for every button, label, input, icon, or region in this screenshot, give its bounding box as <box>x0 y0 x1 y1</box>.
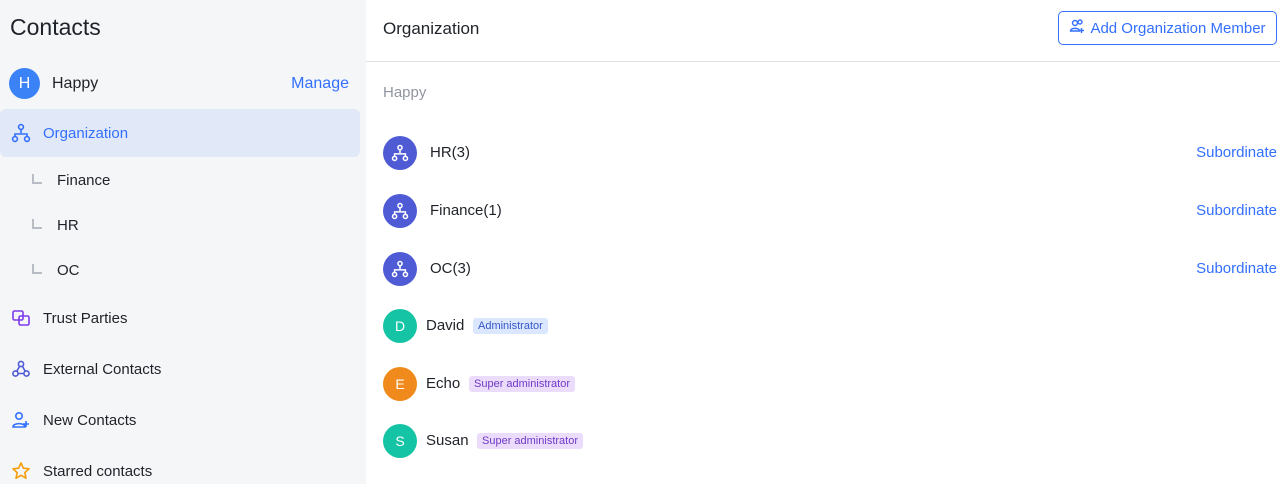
main-panel: Organization Add Organization Member Hap… <box>366 0 1280 484</box>
department-icon <box>383 252 417 286</box>
sidebar: Contacts H Happy Manage Organization Fin… <box>0 0 366 484</box>
sidebar-item-organization[interactable]: Organization <box>0 109 360 157</box>
star-icon <box>11 461 31 481</box>
sidebar-subitem-hr[interactable]: HR <box>0 206 360 246</box>
account-name: Happy <box>52 75 99 92</box>
member-name: Echo <box>426 375 461 392</box>
page-title: Organization <box>383 19 480 38</box>
sidebar-subitem-label: OC <box>57 262 80 279</box>
department-icon <box>383 136 417 170</box>
role-badge: Administrator <box>473 318 548 334</box>
sidebar-subitem-finance[interactable]: Finance <box>0 161 360 201</box>
avatar: E <box>383 367 417 401</box>
subordinate-link[interactable]: Subordinate <box>1196 202 1277 219</box>
member-row-david[interactable]: D David Administrator <box>383 307 1280 347</box>
sidebar-subitem-oc[interactable]: OC <box>0 251 360 291</box>
sidebar-item-trust-parties[interactable]: Trust Parties <box>0 294 360 342</box>
role-badge: Super administrator <box>469 376 575 392</box>
department-name: Finance(1) <box>430 202 502 219</box>
external-contacts-icon <box>11 359 31 379</box>
tree-branch-icon <box>32 174 42 184</box>
group-label: Happy <box>383 84 427 101</box>
avatar: D <box>383 309 417 343</box>
account-row: H Happy Manage <box>0 68 366 100</box>
sidebar-item-new-contacts[interactable]: New Contacts <box>0 396 360 444</box>
add-organization-member-button[interactable]: Add Organization Member <box>1058 11 1277 45</box>
trust-parties-icon <box>11 308 31 328</box>
department-row-oc[interactable]: OC(3) Subordinate <box>383 250 1280 290</box>
tree-branch-icon <box>32 264 42 274</box>
member-name: David <box>426 317 465 334</box>
add-users-icon <box>1069 18 1085 38</box>
department-name: HR(3) <box>430 144 470 161</box>
department-row-finance[interactable]: Finance(1) Subordinate <box>383 192 1280 232</box>
sidebar-subitem-label: Finance <box>57 172 111 189</box>
manage-link[interactable]: Manage <box>291 75 349 93</box>
avatar: S <box>383 424 417 458</box>
add-button-label: Add Organization Member <box>1090 19 1266 37</box>
subordinate-link[interactable]: Subordinate <box>1196 144 1277 161</box>
sidebar-title: Contacts <box>10 14 101 40</box>
new-contacts-icon <box>11 410 31 430</box>
member-row-susan[interactable]: S Susan Super administrator <box>383 422 1280 462</box>
member-name: Susan <box>426 432 469 449</box>
main-header: Organization Add Organization Member <box>366 0 1280 62</box>
avatar[interactable]: H <box>9 68 40 99</box>
organization-icon <box>11 123 31 143</box>
tree-branch-icon <box>32 219 42 229</box>
member-row-echo[interactable]: E Echo Super administrator <box>383 365 1280 405</box>
sidebar-item-label: External Contacts <box>43 360 162 378</box>
sidebar-item-external-contacts[interactable]: External Contacts <box>0 345 360 393</box>
sidebar-subitem-label: HR <box>57 217 79 234</box>
sidebar-item-label: Starred contacts <box>43 462 153 480</box>
sidebar-item-label: Organization <box>43 124 129 142</box>
sidebar-item-starred-contacts[interactable]: Starred contacts <box>0 447 360 484</box>
role-badge: Super administrator <box>477 433 583 449</box>
subordinate-link[interactable]: Subordinate <box>1196 260 1277 277</box>
sidebar-item-label: New Contacts <box>43 411 137 429</box>
department-row-hr[interactable]: HR(3) Subordinate <box>383 134 1280 174</box>
department-icon <box>383 194 417 228</box>
department-name: OC(3) <box>430 260 471 277</box>
sidebar-item-label: Trust Parties <box>43 309 128 327</box>
